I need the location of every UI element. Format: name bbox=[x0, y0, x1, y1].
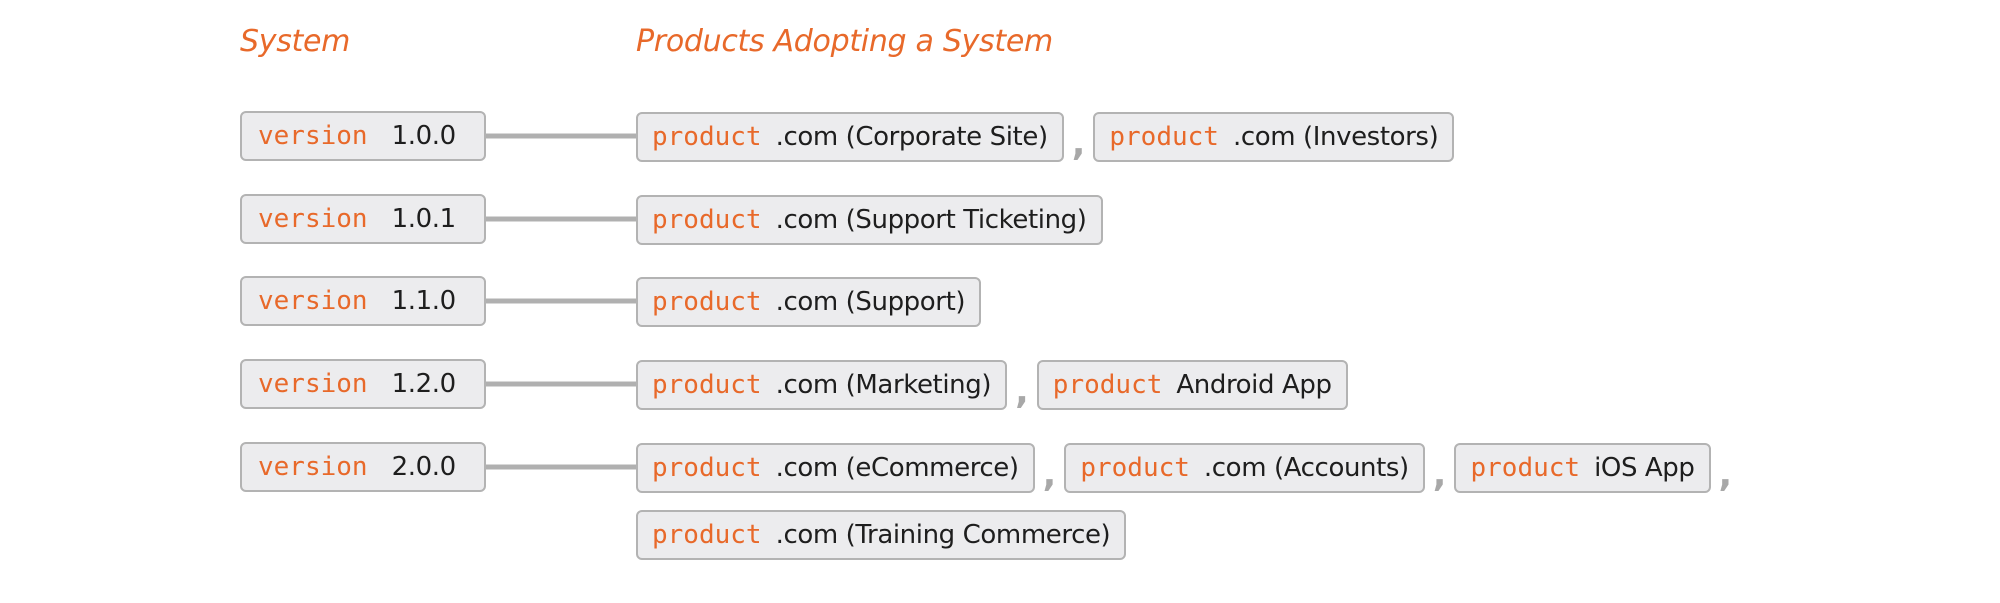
product-pill[interactable]: product Android App bbox=[1036, 360, 1348, 410]
product-pill[interactable]: product .com (Corporate Site) bbox=[636, 112, 1064, 162]
product-name: .com (Support Ticketing) bbox=[775, 205, 1087, 235]
product-name: iOS App bbox=[1594, 453, 1695, 483]
version-keyword: version bbox=[258, 204, 368, 234]
version-number: 2.0.0 bbox=[391, 452, 457, 482]
system-column-heading: System bbox=[240, 24, 351, 59]
version-pill[interactable]: version 2.0.0 bbox=[240, 442, 486, 492]
version-pill[interactable]: version 1.0.0 bbox=[240, 111, 486, 161]
product-keyword: product bbox=[1470, 453, 1581, 483]
product-name: .com (Accounts) bbox=[1203, 453, 1409, 483]
version-number: 1.0.0 bbox=[391, 121, 457, 151]
version-pill[interactable]: version 1.2.0 bbox=[240, 359, 486, 409]
product-name: .com (Investors) bbox=[1232, 122, 1439, 152]
product-keyword: product bbox=[1052, 370, 1163, 400]
separator-comma: , bbox=[1015, 371, 1029, 412]
product-pill[interactable]: product .com (Accounts) bbox=[1064, 443, 1425, 493]
products-column-heading: Products Adopting a System bbox=[636, 24, 1053, 59]
separator-comma: , bbox=[1432, 454, 1447, 495]
version-pill[interactable]: version 1.0.1 bbox=[240, 194, 486, 244]
product-name: .com (eCommerce) bbox=[775, 453, 1019, 483]
products-line: product .com (Support Ticketing) bbox=[636, 194, 1103, 246]
separator-comma: , bbox=[1042, 454, 1057, 495]
product-keyword: product bbox=[652, 287, 762, 317]
product-keyword: product bbox=[652, 205, 762, 235]
separator-comma: , bbox=[1071, 123, 1086, 164]
product-pill[interactable]: product .com (Support) bbox=[636, 277, 982, 327]
product-name: .com (Corporate Site) bbox=[775, 122, 1049, 152]
product-keyword: product bbox=[652, 122, 762, 152]
version-keyword: version bbox=[258, 369, 368, 399]
products-line: product .com (Corporate Site), product .com… bbox=[636, 111, 1455, 164]
product-pill[interactable]: product iOS App bbox=[1454, 443, 1711, 493]
product-keyword: product bbox=[1109, 122, 1219, 152]
products-line: product .com (Marketing), product Android A… bbox=[636, 359, 1348, 411]
products-line: product .com (Training Commerce) bbox=[636, 509, 1127, 561]
product-keyword: product bbox=[652, 370, 762, 400]
product-name: .com (Marketing) bbox=[775, 370, 992, 400]
product-pill[interactable]: product .com (Investors) bbox=[1093, 112, 1455, 162]
version-number: 1.0.1 bbox=[391, 204, 457, 234]
product-keyword: product bbox=[1080, 453, 1190, 483]
separator-comma: , bbox=[1718, 454, 1733, 495]
product-name: Android App bbox=[1176, 370, 1332, 400]
product-pill[interactable]: product .com (Support Ticketing) bbox=[636, 195, 1103, 245]
product-keyword: product bbox=[652, 520, 762, 550]
version-number: 1.2.0 bbox=[391, 369, 457, 399]
product-pill[interactable]: product .com (Training Commerce) bbox=[636, 510, 1127, 560]
version-keyword: version bbox=[258, 452, 368, 482]
products-line: product .com (eCommerce), product .com (Acc… bbox=[636, 442, 1740, 494]
product-keyword: product bbox=[652, 453, 762, 483]
product-pill[interactable]: product .com (eCommerce) bbox=[636, 443, 1035, 493]
version-keyword: version bbox=[258, 121, 368, 151]
product-pill[interactable]: product .com (Marketing) bbox=[636, 360, 1008, 410]
version-number: 1.1.0 bbox=[391, 286, 457, 316]
product-name: .com (Support) bbox=[775, 287, 966, 317]
version-pill[interactable]: version 1.1.0 bbox=[240, 276, 486, 326]
product-name: .com (Training Commerce) bbox=[775, 520, 1111, 550]
version-keyword: version bbox=[258, 286, 368, 316]
products-line: product .com (Support) bbox=[636, 276, 982, 328]
